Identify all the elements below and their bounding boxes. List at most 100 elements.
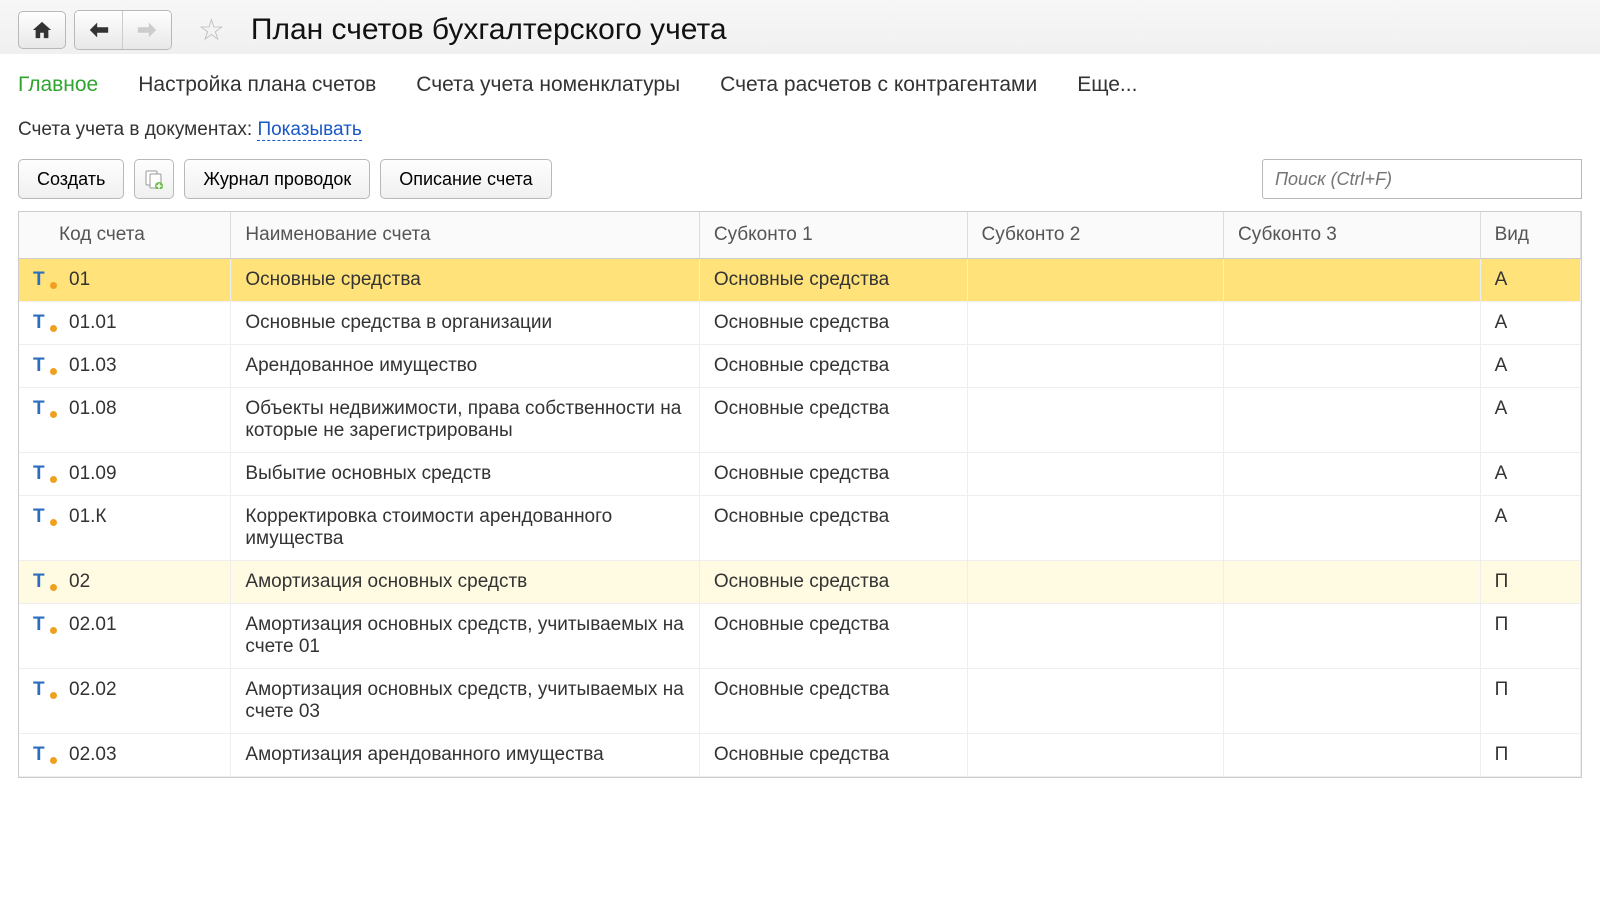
tabs: Главное Настройка плана счетов Счета учета… bbox=[0, 55, 1600, 117]
col-sub3[interactable]: Субконто 3 bbox=[1224, 212, 1481, 259]
tab-0[interactable]: Главное bbox=[18, 73, 98, 97]
describe-button[interactable]: Описание счета bbox=[380, 159, 551, 199]
copy-button[interactable] bbox=[134, 159, 174, 199]
account-icon: Т bbox=[33, 614, 53, 636]
back-button[interactable] bbox=[75, 11, 123, 49]
cell-sub3 bbox=[1224, 259, 1481, 302]
tab-2[interactable]: Счета учета номенклатуры bbox=[416, 73, 680, 97]
cell-name: Объекты недвижимости, права собственност… bbox=[231, 388, 699, 453]
cell-code: 01 bbox=[63, 269, 90, 291]
cell-name: Корректировка стоимости арендованного им… bbox=[231, 496, 699, 561]
cell-type: П bbox=[1480, 669, 1580, 734]
cell-sub3 bbox=[1224, 453, 1481, 496]
table-row[interactable]: Т01.08Объекты недвижимости, права собств… bbox=[19, 388, 1581, 453]
cell-sub2 bbox=[967, 345, 1224, 388]
account-icon: Т bbox=[33, 312, 53, 334]
cell-type: А bbox=[1480, 302, 1580, 345]
tab-1[interactable]: Настройка плана счетов bbox=[138, 73, 376, 97]
arrow-right-icon bbox=[136, 22, 158, 38]
cell-sub2 bbox=[967, 604, 1224, 669]
table-row[interactable]: Т 02.03 Амортизация арендованного имуществ… bbox=[19, 734, 1581, 777]
home-button[interactable] bbox=[18, 11, 66, 49]
accounts-table-wrap: Код счета Наименование счета Субконто 1 … bbox=[18, 211, 1582, 778]
cell-code: 02.01 bbox=[63, 614, 117, 636]
cell-sub3 bbox=[1224, 388, 1481, 453]
cell-name: Основные средства bbox=[231, 259, 699, 302]
cell-sub1: Основные средства bbox=[699, 345, 967, 388]
col-type[interactable]: Вид bbox=[1480, 212, 1580, 259]
create-button[interactable]: Создать bbox=[18, 159, 124, 199]
table-row[interactable]: Т01.01Основные средства в организацииОсн… bbox=[19, 302, 1581, 345]
cell-name: Амортизация арендованного имущества bbox=[231, 734, 699, 777]
favorite-star-icon[interactable]: ☆ bbox=[198, 13, 225, 48]
page-title: План счетов бухгалтерского учета bbox=[251, 13, 727, 47]
cell-code: 02.02 bbox=[63, 679, 117, 701]
account-icon: Т bbox=[33, 355, 53, 377]
cell-sub2 bbox=[967, 453, 1224, 496]
cell-code: 01.01 bbox=[63, 312, 117, 334]
cell-code: 02 bbox=[63, 571, 90, 593]
accounts-table: Код счета Наименование счета Субконто 1 … bbox=[19, 212, 1581, 777]
table-header-row: Код счета Наименование счета Субконто 1 … bbox=[19, 212, 1581, 259]
journal-button[interactable]: Журнал проводок bbox=[184, 159, 370, 199]
table-row[interactable]: Т 01 Основные средстваОсновные средства А bbox=[19, 259, 1581, 302]
cell-sub3 bbox=[1224, 561, 1481, 604]
option-show-link[interactable]: Показывать bbox=[257, 119, 361, 141]
arrow-left-icon bbox=[88, 22, 110, 38]
cell-code: 01.09 bbox=[63, 463, 117, 485]
home-icon bbox=[31, 20, 53, 40]
cell-sub3 bbox=[1224, 669, 1481, 734]
cell-code: 01.03 bbox=[63, 355, 117, 377]
table-row[interactable]: Т01.09Выбытие основных средствОсновные с… bbox=[19, 453, 1581, 496]
account-icon: Т bbox=[33, 398, 53, 420]
cell-sub2 bbox=[967, 669, 1224, 734]
cell-type: А bbox=[1480, 453, 1580, 496]
account-icon: Т bbox=[33, 506, 53, 528]
cell-code: 02.03 bbox=[63, 744, 117, 766]
cell-type: А bbox=[1480, 259, 1580, 302]
cell-type: П bbox=[1480, 561, 1580, 604]
tab-4[interactable]: Еще... bbox=[1077, 73, 1137, 97]
cell-name: Арендованное имущество bbox=[231, 345, 699, 388]
toolbar: Создать Журнал проводок Описание счета bbox=[0, 155, 1600, 211]
table-row[interactable]: Т02.02Амортизация основных средств, учит… bbox=[19, 669, 1581, 734]
forward-button[interactable] bbox=[123, 11, 171, 49]
cell-sub1: Основные средства bbox=[699, 259, 967, 302]
cell-sub1: Основные средства bbox=[699, 734, 967, 777]
cell-sub1: Основные средства bbox=[699, 604, 967, 669]
account-icon: Т bbox=[33, 679, 53, 701]
cell-sub2 bbox=[967, 388, 1224, 453]
nav-back-forward bbox=[74, 10, 172, 50]
account-icon: Т bbox=[33, 744, 53, 766]
search-input[interactable] bbox=[1262, 159, 1582, 199]
account-icon: Т bbox=[33, 269, 53, 291]
cell-type: А bbox=[1480, 496, 1580, 561]
cell-code: 01.К bbox=[63, 506, 106, 528]
account-icon: Т bbox=[33, 571, 53, 593]
col-sub2[interactable]: Субконто 2 bbox=[967, 212, 1224, 259]
cell-sub3 bbox=[1224, 302, 1481, 345]
cell-sub2 bbox=[967, 259, 1224, 302]
tab-3[interactable]: Счета расчетов с контрагентами bbox=[720, 73, 1037, 97]
cell-sub3 bbox=[1224, 734, 1481, 777]
cell-name: Выбытие основных средств bbox=[231, 453, 699, 496]
cell-sub2 bbox=[967, 302, 1224, 345]
cell-sub1: Основные средства bbox=[699, 453, 967, 496]
col-sub1[interactable]: Субконто 1 bbox=[699, 212, 967, 259]
col-name[interactable]: Наименование счета bbox=[231, 212, 699, 259]
cell-sub3 bbox=[1224, 345, 1481, 388]
cell-sub3 bbox=[1224, 604, 1481, 669]
cell-sub2 bbox=[967, 561, 1224, 604]
cell-sub2 bbox=[967, 496, 1224, 561]
cell-sub1: Основные средства bbox=[699, 669, 967, 734]
cell-name: Амортизация основных средств bbox=[231, 561, 699, 604]
cell-sub1: Основные средства bbox=[699, 496, 967, 561]
table-row[interactable]: Т 01.03 Арендованное имуществоОсновные сре… bbox=[19, 345, 1581, 388]
table-row[interactable]: Т 01.К Корректировка стоимости арендованно… bbox=[19, 496, 1581, 561]
table-row[interactable]: Т02Амортизация основных средствОсновные … bbox=[19, 561, 1581, 604]
table-row[interactable]: Т02.01Амортизация основных средств, учит… bbox=[19, 604, 1581, 669]
option-label: Счета учета в документах: bbox=[18, 119, 252, 140]
copy-icon bbox=[144, 169, 164, 189]
cell-sub1: Основные средства bbox=[699, 388, 967, 453]
col-code[interactable]: Код счета bbox=[19, 212, 231, 259]
